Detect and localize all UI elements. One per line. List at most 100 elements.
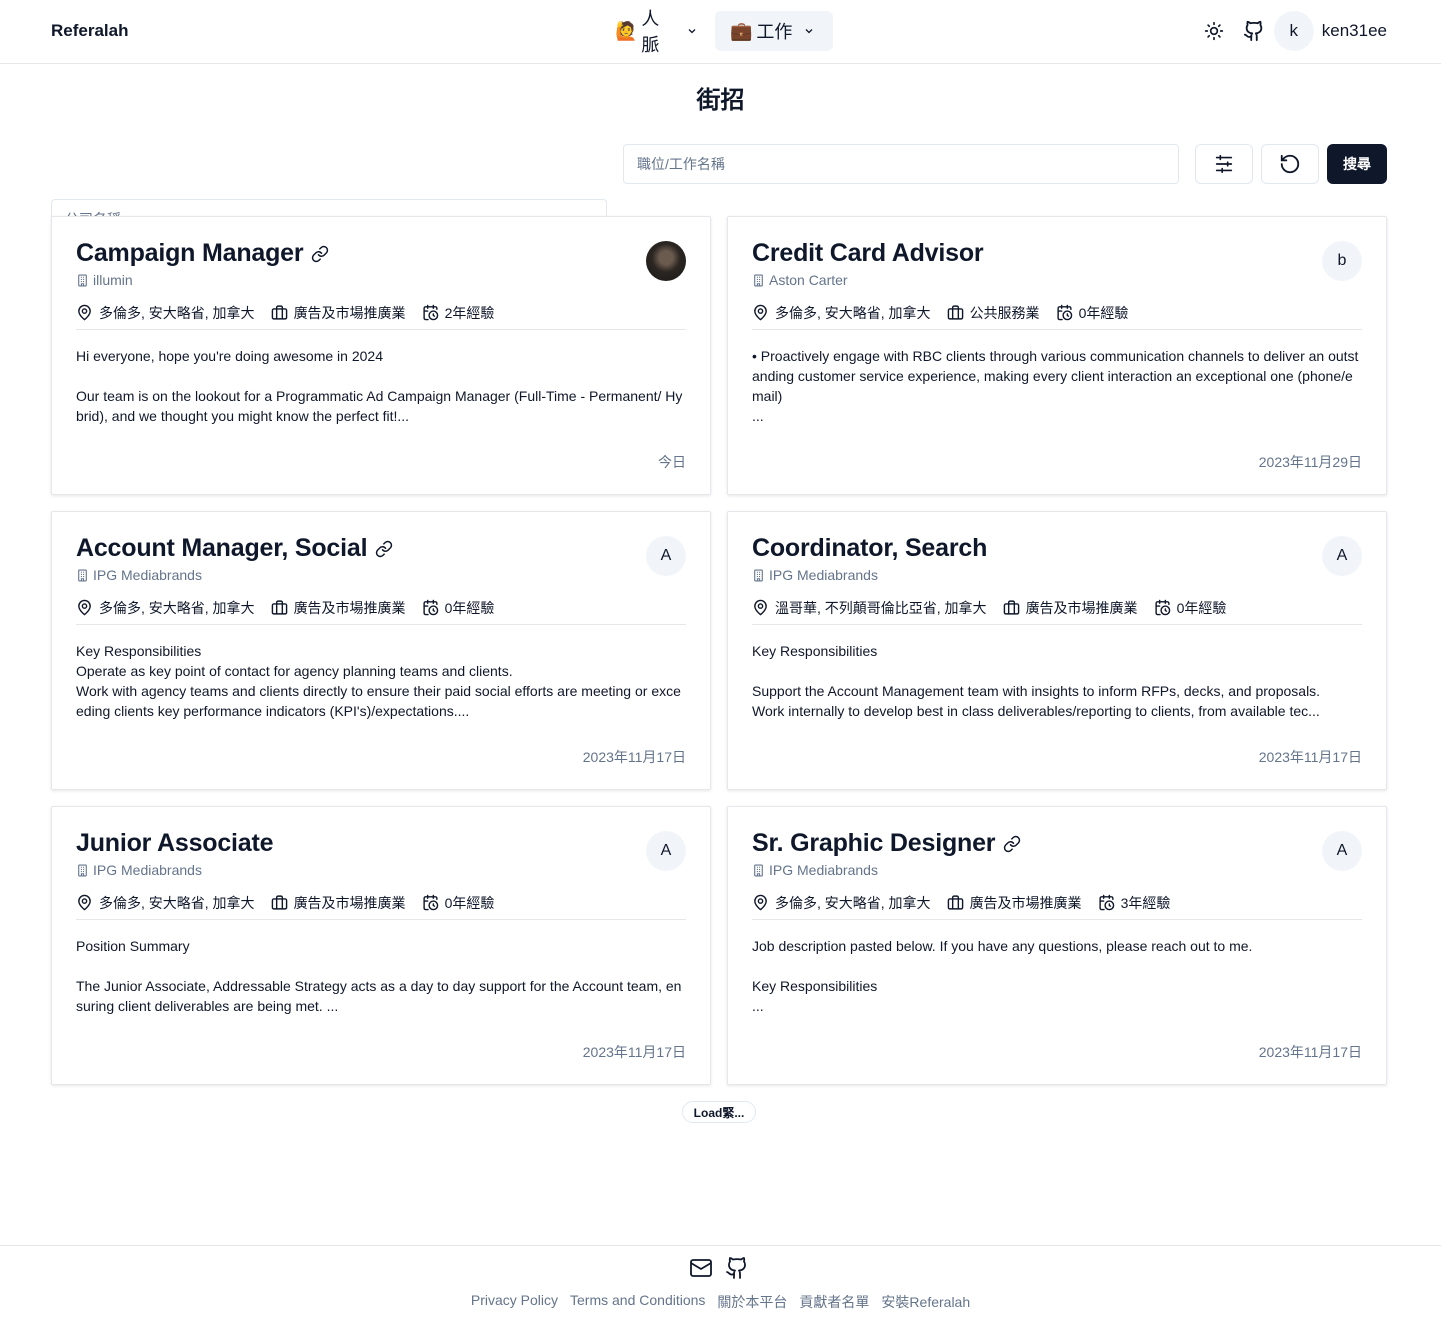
company-avatar: A <box>1322 536 1362 576</box>
experience-meta: 2年經驗 <box>422 303 494 323</box>
job-title[interactable]: Sr. Graphic Designer <box>752 829 996 858</box>
location-text: 多倫多, 安大略省, 加拿大 <box>99 894 255 911</box>
job-title[interactable]: Credit Card Advisor <box>752 239 984 268</box>
job-title[interactable]: Campaign Manager <box>76 239 304 268</box>
industry-meta: 廣告及市場推廣業 <box>271 598 406 618</box>
company-row: IPG Mediabrands <box>752 567 878 583</box>
job-description: • Proactively engage with RBC clients th… <box>752 348 1359 424</box>
post-date: 2023年11月17日 <box>1258 1044 1362 1060</box>
search-button[interactable]: 搜尋 <box>1327 144 1387 184</box>
briefcase-icon <box>271 600 287 615</box>
job-title-row: Campaign Manager <box>76 239 329 268</box>
mail-icon[interactable] <box>689 1256 713 1285</box>
username[interactable]: ken31ee <box>1322 21 1387 41</box>
contributors-link[interactable]: 貢獻者名單 <box>799 1292 869 1312</box>
map-pin-icon <box>78 599 91 616</box>
experience-meta: 0年經驗 <box>422 893 494 913</box>
job-description: Key Responsibilities Operate as key poin… <box>76 643 681 719</box>
brand-logo[interactable]: Referalah <box>51 21 128 41</box>
briefcase-icon <box>1003 600 1019 615</box>
user-avatar[interactable]: k <box>1273 11 1314 51</box>
load-more-button[interactable]: Load緊... <box>682 1101 756 1123</box>
building-icon <box>754 274 763 286</box>
main-nav: 🙋 人脈 💼 工作 <box>605 9 833 55</box>
company-name: IPG Mediabrands <box>93 567 202 583</box>
calendar-clock-icon <box>1098 894 1114 911</box>
building-icon <box>754 864 763 876</box>
industry-meta: 廣告及市場推廣業 <box>947 893 1082 913</box>
calendar-clock-icon <box>1154 599 1170 616</box>
map-pin-icon <box>754 304 767 321</box>
search-bar: 搜尋 <box>51 144 1387 239</box>
filter-button[interactable] <box>1195 144 1253 184</box>
company-row: illumin <box>76 272 133 288</box>
location-meta: 多倫多, 安大略省, 加拿大 <box>752 893 931 913</box>
post-date: 2023年11月29日 <box>1258 454 1362 470</box>
location-text: 溫哥華, 不列顛哥倫比亞省, 加拿大 <box>775 599 987 616</box>
job-title-row: Junior Associate <box>76 829 274 858</box>
industry-meta: 廣告及市場推廣業 <box>271 893 406 913</box>
link-icon[interactable] <box>1003 835 1021 853</box>
calendar-clock-icon <box>1056 304 1072 321</box>
building-icon <box>78 864 87 876</box>
top-nav-bar: Referalah 🙋 人脈 💼 工作 k ken31ee <box>0 0 1441 64</box>
github-icon[interactable] <box>1234 11 1274 51</box>
link-icon[interactable] <box>375 540 393 558</box>
job-title[interactable]: Account Manager, Social <box>76 534 368 563</box>
page-title: 街招 <box>696 87 745 114</box>
building-icon <box>78 274 87 286</box>
industry-text: 廣告及市場推廣業 <box>969 894 1082 911</box>
link-icon[interactable] <box>311 245 329 263</box>
job-meta: 多倫多, 安大略省, 加拿大 廣告及市場推廣業 2年經驗 <box>76 304 686 330</box>
job-card[interactable]: Account Manager, Social IPG Mediabrands … <box>51 511 711 790</box>
privacy-policy-link[interactable]: Privacy Policy <box>471 1292 558 1312</box>
nav-jobs-dropdown[interactable]: 💼 工作 <box>715 11 833 51</box>
job-title-row: Account Manager, Social <box>76 534 393 563</box>
job-card[interactable]: Sr. Graphic Designer IPG Mediabrands A 多… <box>727 806 1387 1085</box>
location-text: 多倫多, 安大略省, 加拿大 <box>99 304 255 321</box>
company-name: IPG Mediabrands <box>93 862 202 878</box>
calendar-clock-icon <box>422 304 438 321</box>
job-description: Position Summary The Junior Associate, A… <box>76 938 682 1014</box>
industry-text: 公共服務業 <box>969 304 1040 321</box>
footer-links: Privacy Policy Terms and Conditions 關於本平… <box>0 1292 1441 1312</box>
location-meta: 多倫多, 安大略省, 加拿大 <box>752 303 931 323</box>
industry-text: 廣告及市場推廣業 <box>293 894 406 911</box>
job-meta: 多倫多, 安大略省, 加拿大 公共服務業 0年經驗 <box>752 304 1362 330</box>
calendar-clock-icon <box>422 599 438 616</box>
job-title[interactable]: Coordinator, Search <box>752 534 987 563</box>
briefcase-icon <box>947 305 963 320</box>
industry-meta: 廣告及市場推廣業 <box>271 303 406 323</box>
company-row: Aston Carter <box>752 272 848 288</box>
job-card[interactable]: Junior Associate IPG Mediabrands A 多倫多, … <box>51 806 711 1085</box>
job-meta: 多倫多, 安大略省, 加拿大 廣告及市場推廣業 0年經驗 <box>76 599 686 625</box>
job-title-input[interactable] <box>623 144 1179 184</box>
job-card[interactable]: Campaign Manager illumin 多倫多, 安大略省, 加拿大 … <box>51 216 711 495</box>
map-pin-icon <box>78 304 91 321</box>
map-pin-icon <box>754 599 767 616</box>
briefcase-icon <box>271 305 287 320</box>
company-avatar: A <box>646 831 686 871</box>
reset-icon <box>1280 154 1300 174</box>
company-avatar: b <box>1322 241 1362 281</box>
experience-text: 0年經驗 <box>1078 304 1129 321</box>
about-link[interactable]: 關於本平台 <box>717 1292 787 1312</box>
footer: Privacy Policy Terms and Conditions 關於本平… <box>0 1245 1441 1318</box>
location-text: 多倫多, 安大略省, 加拿大 <box>775 304 931 321</box>
job-card[interactable]: Credit Card Advisor Aston Carter b 多倫多, … <box>727 216 1387 495</box>
nav-contacts-dropdown[interactable]: 🙋 人脈 <box>605 9 709 55</box>
nav-jobs-label: 工作 <box>756 22 793 42</box>
map-pin-icon <box>78 894 91 911</box>
footer-icons <box>689 1256 749 1285</box>
chevron-down-icon <box>804 26 814 36</box>
terms-link[interactable]: Terms and Conditions <box>570 1292 705 1312</box>
job-card[interactable]: Coordinator, Search IPG Mediabrands A 溫哥… <box>727 511 1387 790</box>
theme-toggle-sun-icon[interactable] <box>1194 11 1234 51</box>
reset-button[interactable] <box>1261 144 1319 184</box>
github-icon[interactable] <box>725 1256 749 1285</box>
calendar-clock-icon <box>422 894 438 911</box>
job-title[interactable]: Junior Associate <box>76 829 274 858</box>
install-link[interactable]: 安裝Referalah <box>881 1292 970 1312</box>
header-tools: k ken31ee <box>1194 11 1387 51</box>
post-date: 2023年11月17日 <box>582 1044 686 1060</box>
